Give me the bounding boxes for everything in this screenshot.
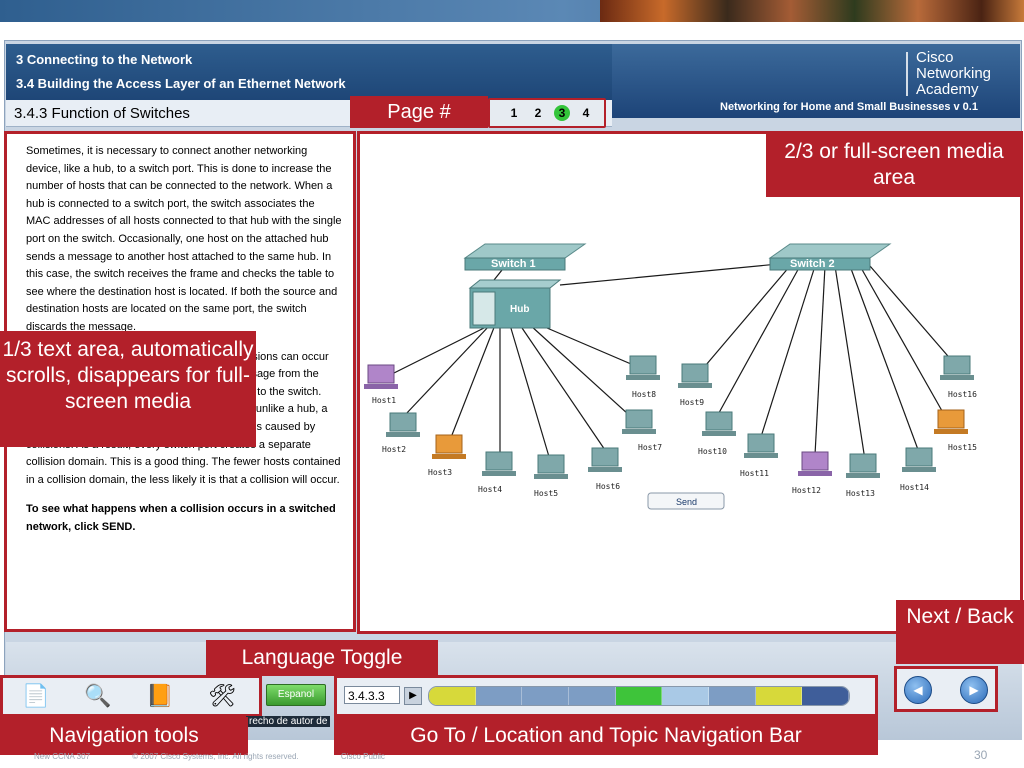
topic-title: 3.4.3 Function of Switches [14,105,190,122]
go-icon[interactable]: ▶ [404,687,422,705]
page-tabs: 1 2 3 4 [488,98,606,128]
topic-navigation-bar[interactable] [428,686,850,706]
topic-segment[interactable] [709,687,756,705]
page-tab-3[interactable]: 3 [554,105,570,121]
tools-icon[interactable]: 🛠 [204,680,240,712]
svg-text:Host12: Host12 [792,486,821,495]
callout-text-area: 1/3 text area, automatically scrolls, di… [0,331,256,447]
host14-icon: Host14 [900,447,936,492]
callout-next-back: Next / Back [896,600,1024,664]
footer-course: New CCNA 307 [34,752,91,761]
host2-icon: Host2 [382,412,420,454]
network-diagram: Switch 1 Switch 2 Hub Host1 Host2 Host3 … [364,243,977,510]
svg-text:Host8: Host8 [632,390,656,399]
section-title: 3.4 Building the Access Layer of an Ethe… [16,76,346,91]
footer-classification: Cisco Public [340,752,385,761]
host1-icon: Host1 [364,364,398,405]
send-button[interactable]: Send [647,492,725,510]
hub-label: Hub [510,304,529,315]
svg-text:Host15: Host15 [948,443,977,452]
callout-navigation-tools: Navigation tools [0,717,248,755]
slide-number: 30 [974,748,988,762]
host8-icon: Host8 [626,355,660,399]
footer: New CCNA 307 © 2007 Cisco Systems, Inc. … [34,752,425,761]
cisco-logo: Cisco Networking Academy [916,50,991,98]
glossary-icon[interactable]: 📄 [18,680,54,712]
host7-icon: Host7 [622,409,662,452]
host12-icon: Host12 [792,451,832,495]
svg-text:Host16: Host16 [948,390,977,399]
next-button[interactable]: ▶ [960,676,988,704]
instruction-text: To see what happens when a collision occ… [26,503,336,533]
location-field[interactable]: 3.4.3.3 [344,686,400,704]
topic-segment[interactable] [429,687,476,705]
svg-text:Host2: Host2 [382,445,406,454]
host16-icon: Host16 [940,355,977,399]
svg-text:Host14: Host14 [900,483,929,492]
back-button[interactable]: ◀ [904,676,932,704]
topic-segment[interactable] [662,687,710,705]
svg-text:Host13: Host13 [846,489,875,498]
svg-text:Host1: Host1 [372,396,396,405]
svg-text:Host4: Host4 [478,485,502,494]
page-tab-2[interactable]: 2 [530,105,546,121]
svg-text:Host6: Host6 [596,482,620,491]
book-icon[interactable]: 📙 [142,680,178,712]
svg-text:Host3: Host3 [428,468,452,477]
host10-icon: Host10 [698,411,736,456]
page-tab-1[interactable]: 1 [506,105,522,121]
topic-segment[interactable] [802,687,849,705]
svg-text:Host7: Host7 [638,443,662,452]
switch-2-label: Switch 2 [790,258,835,270]
cisco-logo-divider [906,52,908,96]
course-name: Networking for Home and Small Businesses… [720,101,978,113]
page-tab-4[interactable]: 4 [578,105,594,121]
topic-segment[interactable] [569,687,616,705]
switch-1-label: Switch 1 [491,258,536,270]
host4-icon: Host4 [478,451,516,494]
callout-media-area: 2/3 or full-screen media area [766,133,1022,197]
chapter-title: 3 Connecting to the Network [16,52,193,67]
logo-line: Academy [916,81,979,98]
search-icon[interactable]: 🔍 [80,680,116,712]
topic-segment[interactable] [522,687,570,705]
logo-line: Cisco [916,49,954,66]
topic-segment[interactable] [755,687,803,705]
svg-text:Host5: Host5 [534,489,558,498]
host11-icon: Host11 [740,433,778,478]
footer-copyright: © 2007 Cisco Systems, Inc. All rights re… [132,752,299,761]
callout-page-number: Page # [350,96,488,128]
language-toggle-button[interactable]: Espanol [266,684,326,706]
banner-photo [600,0,1024,22]
hub: Hub [468,279,562,329]
callout-goto-bar: Go To / Location and Topic Navigation Ba… [334,717,878,755]
svg-text:Host9: Host9 [680,398,704,407]
host9-icon: Host9 [678,363,712,407]
svg-text:Host10: Host10 [698,447,727,456]
host13-icon: Host13 [846,453,880,498]
topic-segment[interactable] [475,687,523,705]
copyright-fragment: recho de autor de [246,716,331,727]
host6-icon: Host6 [588,447,622,491]
send-label: Send [676,497,697,507]
paragraph: Sometimes, it is necessary to connect an… [26,145,342,333]
host5-icon: Host5 [534,454,568,498]
svg-text:Host11: Host11 [740,469,769,478]
host3-icon: Host3 [428,434,466,477]
switch-2: Switch 2 [768,243,892,271]
host15-icon: Host15 [934,409,977,452]
callout-language-toggle: Language Toggle [206,640,438,676]
logo-line: Networking [916,65,992,82]
topic-segment[interactable] [615,687,663,705]
switch-1: Switch 1 [463,243,587,271]
